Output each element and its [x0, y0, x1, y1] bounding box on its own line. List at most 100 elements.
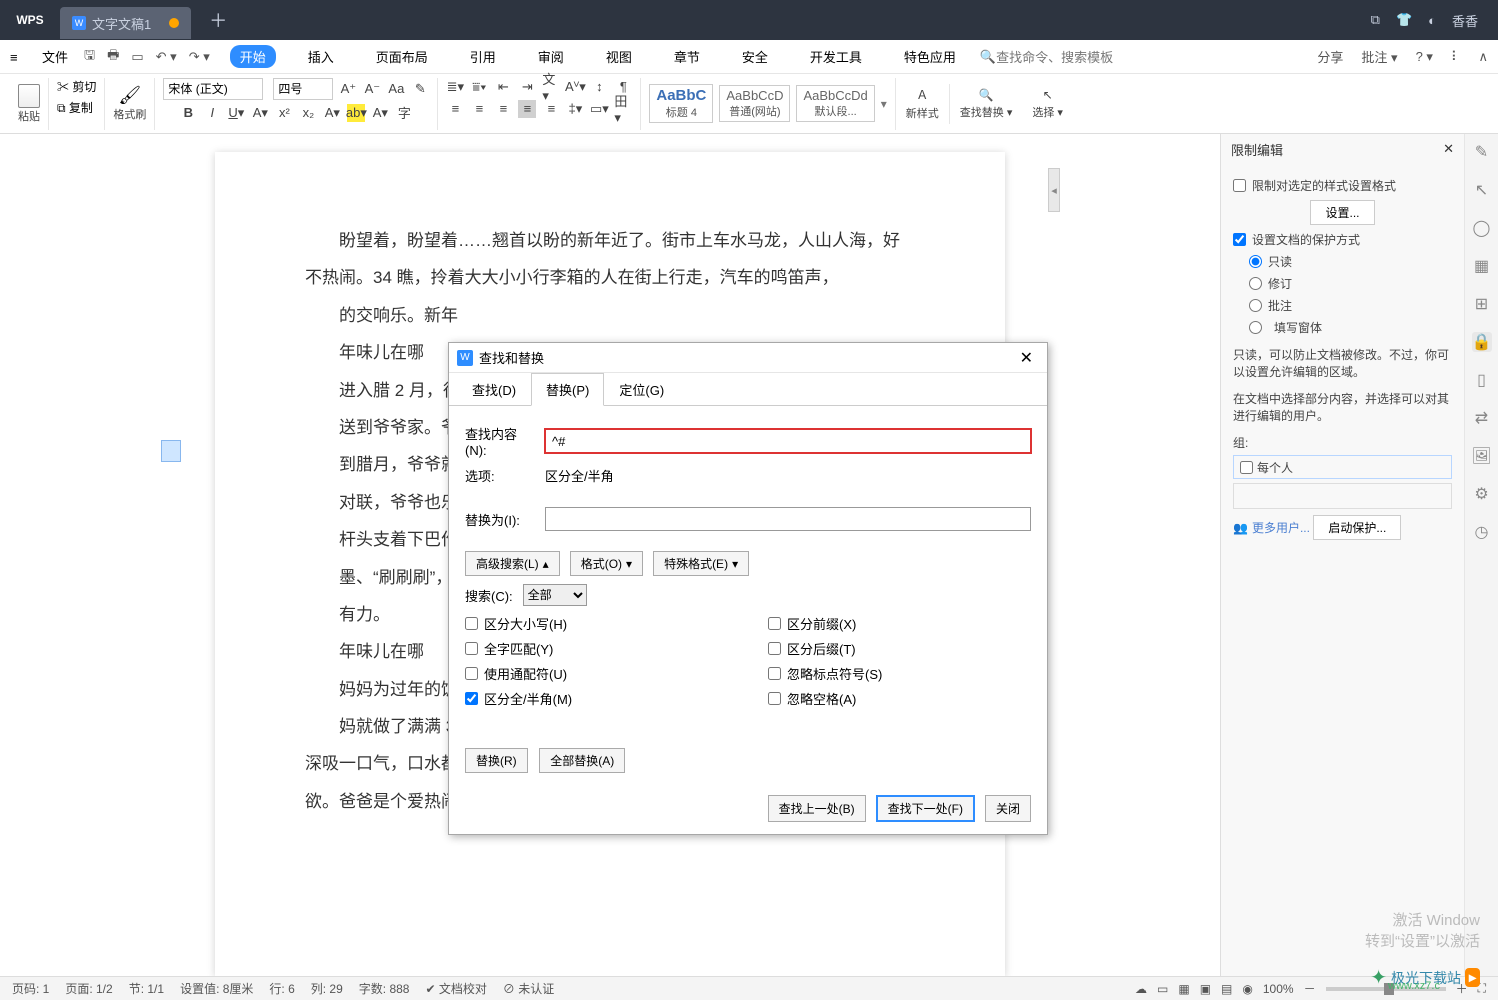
undo-icon[interactable]: ↶ ▾ — [156, 49, 177, 65]
side-shape-icon[interactable]: ◯ — [1472, 218, 1492, 238]
check-ignore-punct[interactable]: 忽略标点符号(S) — [768, 664, 1031, 683]
line-spacing-icon[interactable]: ‡▾ — [566, 100, 584, 118]
help-icon[interactable]: ? ▾ — [1416, 49, 1433, 65]
tab-start[interactable]: 开始 — [230, 45, 276, 68]
style-normal-web[interactable]: AaBbCcD 普通(网站) — [719, 85, 790, 122]
decrease-font-icon[interactable]: A⁻ — [363, 80, 381, 98]
doc-paragraph[interactable]: 盼望着，盼望着……翘首以盼的新年近了。街市上车水马龙，人山人海，好不热闹。34 … — [305, 222, 915, 297]
start-protection-button[interactable]: 启动保护... — [1313, 515, 1401, 540]
align-right-icon[interactable]: ≡ — [494, 100, 512, 118]
special-format-button[interactable]: 特殊格式(E) ▾ — [653, 551, 749, 576]
sort-icon[interactable]: ↕ — [590, 78, 608, 96]
user-avatar-icon[interactable]: ◐ — [1428, 13, 1436, 28]
find-input[interactable] — [545, 429, 1031, 453]
tab-review[interactable]: 审阅 — [528, 45, 574, 68]
status-page-no[interactable]: 页码: 1 — [12, 980, 49, 997]
search-placeholder[interactable]: 查找命令、搜索模板 — [996, 47, 1113, 66]
replace-all-button[interactable]: 全部替换(A) — [539, 748, 625, 773]
view-cloud-icon[interactable]: ☁ — [1135, 982, 1147, 996]
align-justify-icon[interactable]: ≡ — [518, 100, 536, 118]
bold-icon[interactable]: B — [179, 104, 197, 122]
align-center-icon[interactable]: ≡ — [470, 100, 488, 118]
redo-icon[interactable]: ↷ ▾ — [189, 49, 210, 65]
settings-icon[interactable]: ⠇ — [1451, 49, 1461, 65]
copy-button[interactable]: ⧉ 复制 — [57, 99, 93, 116]
save-icon[interactable]: 🖫 — [84, 46, 95, 68]
more-users-link[interactable]: 👥更多用户... — [1233, 519, 1310, 536]
status-words[interactable]: 字数: 888 — [359, 980, 410, 997]
shading-icon[interactable]: ▭▾ — [590, 100, 608, 118]
restrict-format-check[interactable]: 限制对选定的样式设置格式 — [1233, 177, 1452, 194]
superscript-icon[interactable]: x² — [275, 104, 293, 122]
format-brush[interactable]: 🖌 格式刷 — [105, 78, 155, 130]
status-unauth[interactable]: ⊘ 未认证 — [503, 980, 554, 997]
side-pencil-icon[interactable]: ✎ — [1472, 142, 1492, 162]
style-gallery-dropdown-icon[interactable]: ▾ — [881, 97, 887, 111]
side-settings-icon[interactable]: ⚙ — [1472, 484, 1492, 504]
highlight-icon[interactable]: ab▾ — [347, 104, 365, 122]
close-button[interactable]: 关闭 — [985, 795, 1031, 822]
tab-reference[interactable]: 引用 — [460, 45, 506, 68]
text-direction-icon[interactable]: 文▾ — [542, 78, 560, 96]
skin-icon[interactable]: 👕 — [1396, 12, 1412, 28]
strike-icon[interactable]: A▾ — [251, 104, 269, 122]
status-page[interactable]: 页面: 1/2 — [65, 980, 112, 997]
check-full-half[interactable]: 区分全/半角(M) — [465, 689, 728, 708]
underline-icon[interactable]: U▾ — [227, 104, 245, 122]
check-whole-word[interactable]: 全字匹配(Y) — [465, 639, 728, 658]
paste-group[interactable]: 粘贴 — [10, 78, 49, 130]
file-menu[interactable]: 文件 — [34, 47, 76, 66]
view-web-icon[interactable]: ▣ — [1200, 982, 1211, 996]
paragraph-marker-icon[interactable] — [161, 440, 181, 462]
replace-input[interactable] — [545, 507, 1031, 531]
cut-button[interactable]: ✂ 剪切 — [57, 78, 96, 95]
indent-inc-icon[interactable]: ⇥ — [518, 78, 536, 96]
search-scope-select[interactable]: 全部 — [523, 584, 587, 606]
format-button[interactable]: 格式(O) ▾ — [570, 551, 643, 576]
status-proof[interactable]: ✔ 文档校对 — [425, 980, 486, 997]
indent-dec-icon[interactable]: ⇤ — [494, 78, 512, 96]
find-replace-button[interactable]: 🔍 查找替换 ▾ — [950, 88, 1023, 120]
side-link-icon[interactable]: ⇄ — [1472, 408, 1492, 428]
panel-close-icon[interactable]: ✕ — [1443, 141, 1454, 157]
find-next-button[interactable]: 查找下一处(F) — [876, 795, 975, 822]
tab-security[interactable]: 安全 — [732, 45, 778, 68]
side-page-icon[interactable]: ▯ — [1472, 370, 1492, 390]
doc-paragraph[interactable]: 的交响乐。新年 — [305, 297, 915, 334]
style-default[interactable]: AaBbCcDd 默认段... — [796, 85, 874, 122]
zoom-value[interactable]: 100% — [1263, 982, 1294, 996]
phonetic-icon[interactable]: 字 — [395, 104, 413, 122]
side-cursor-icon[interactable]: ↖ — [1472, 180, 1492, 200]
border-icon[interactable]: 田▾ — [614, 100, 632, 118]
hamburger-icon[interactable]: ≡ — [10, 50, 28, 64]
share-button[interactable]: 分享 — [1317, 47, 1343, 66]
numbering-icon[interactable]: ⩸▾ — [470, 78, 488, 96]
check-suffix[interactable]: 区分后缀(T) — [768, 639, 1031, 658]
align-vert-icon[interactable]: Aⱽ▾ — [566, 78, 584, 96]
tab-insert[interactable]: 插入 — [298, 45, 344, 68]
annotate-button[interactable]: 批注 ▾ — [1361, 47, 1397, 66]
mode-comment[interactable]: 批注 — [1249, 297, 1452, 314]
dialog-tab-replace[interactable]: 替换(P) — [531, 373, 604, 406]
view-print-icon[interactable]: ▦ — [1178, 982, 1189, 996]
font-color-icon[interactable]: A▾ — [323, 104, 341, 122]
italic-icon[interactable]: I — [203, 104, 221, 122]
group-everyone[interactable]: 每个人 — [1233, 455, 1452, 479]
tab-chapter[interactable]: 章节 — [664, 45, 710, 68]
mode-revision[interactable]: 修订 — [1249, 275, 1452, 292]
status-col[interactable]: 列: 29 — [311, 980, 343, 997]
settings-button[interactable]: 设置... — [1310, 200, 1374, 225]
new-tab-button[interactable]: ＋ — [203, 7, 233, 33]
document-tab[interactable]: W 文字文稿1 — [60, 7, 191, 39]
increase-font-icon[interactable]: A⁺ — [339, 80, 357, 98]
side-layout-icon[interactable]: ▦ — [1472, 256, 1492, 276]
find-prev-button[interactable]: 查找上一处(B) — [768, 795, 866, 822]
check-prefix[interactable]: 区分前缀(X) — [768, 614, 1031, 633]
dialog-tab-find[interactable]: 查找(D) — [457, 373, 531, 406]
status-section[interactable]: 节: 1/1 — [129, 980, 164, 997]
font-name-input[interactable] — [163, 78, 263, 100]
side-grid-icon[interactable]: ⊞ — [1472, 294, 1492, 314]
align-left-icon[interactable]: ≡ — [446, 100, 464, 118]
mode-fillform[interactable]: 填写窗体 — [1249, 319, 1452, 336]
replace-button[interactable]: 替换(R) — [465, 748, 528, 773]
